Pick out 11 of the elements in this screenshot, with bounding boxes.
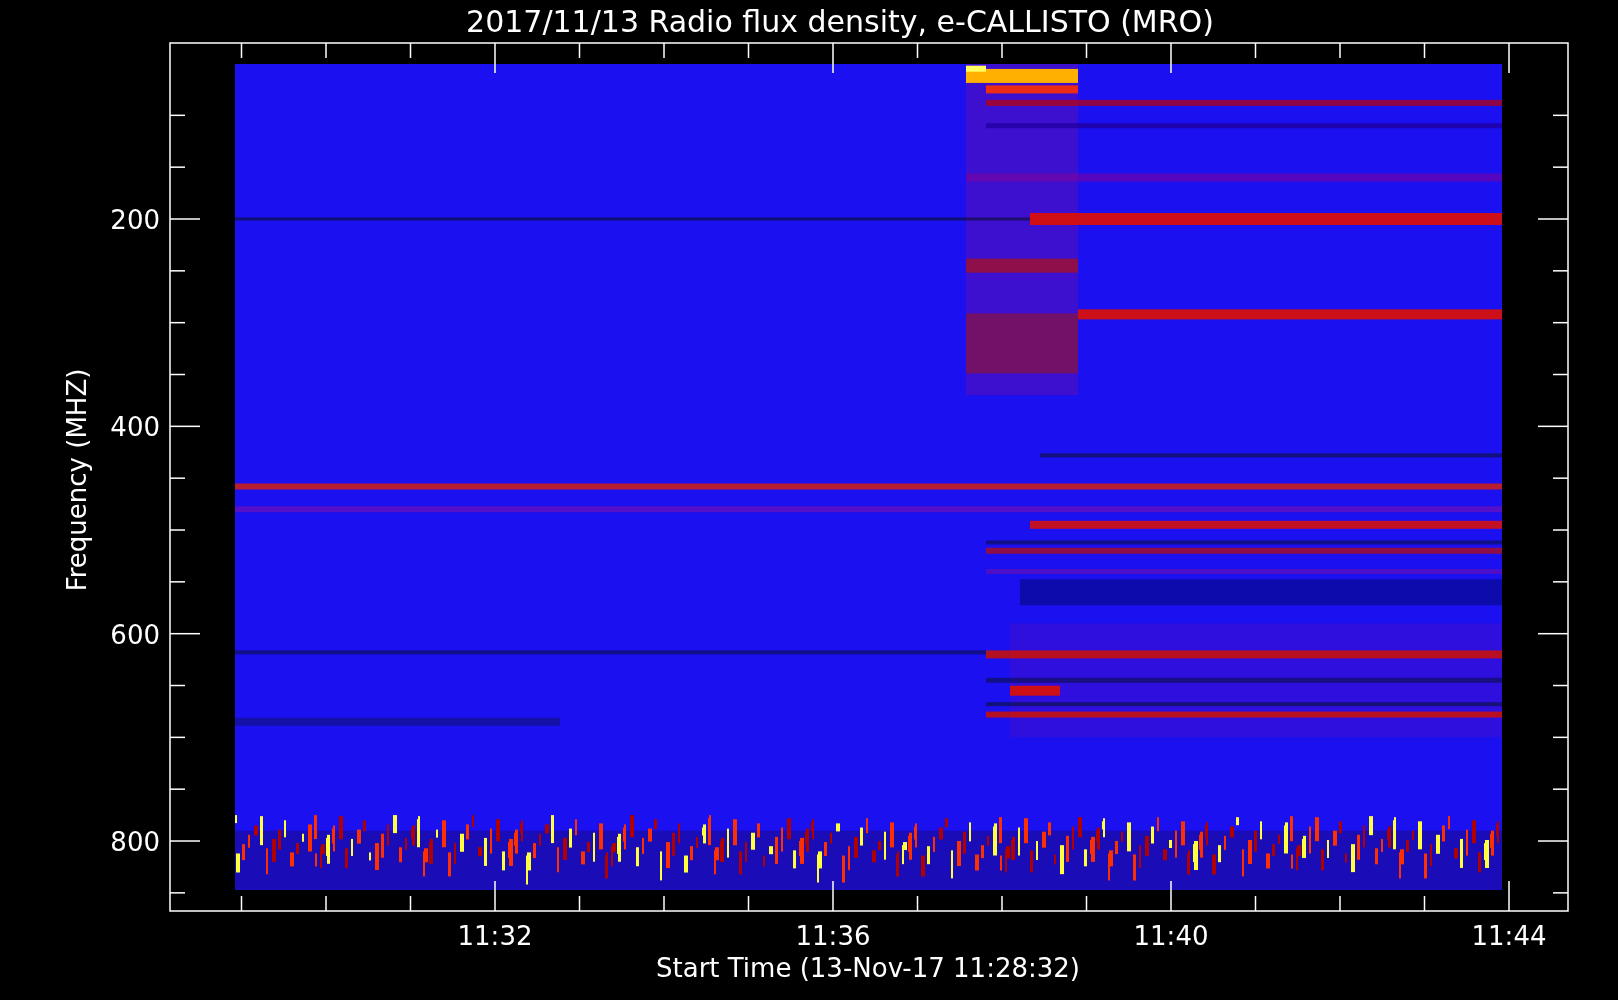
x-tick-label: 11:40 xyxy=(1133,921,1209,951)
chart-title: 2017/11/13 Radio flux density, e-CALLISTO (MRO) xyxy=(466,4,1214,39)
x-tick-label: 11:36 xyxy=(795,921,871,951)
y-tick-label: 200 xyxy=(110,205,160,235)
x-tick-label: 11:32 xyxy=(457,921,533,951)
x-axis-label: Start Time (13-Nov-17 11:28:32) xyxy=(656,953,1080,983)
y-tick-label: 600 xyxy=(110,619,160,650)
y-tick-label: 800 xyxy=(110,827,160,857)
y-tick-label: 400 xyxy=(110,412,160,443)
y-axis-label: Frequency (MHZ) xyxy=(62,368,92,592)
x-tick-label: 11:44 xyxy=(1471,921,1547,951)
